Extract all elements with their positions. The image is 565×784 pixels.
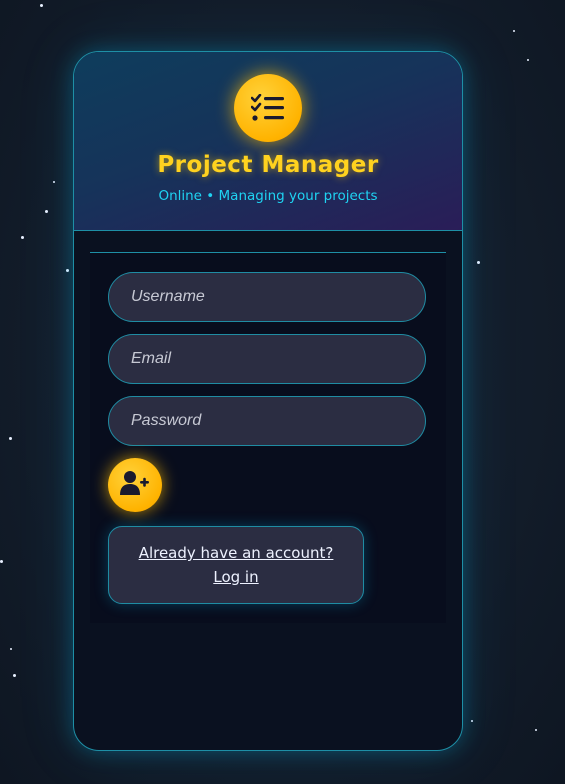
password-input[interactable]: Password: [108, 396, 426, 446]
signup-form: Username Email Password Already have an …: [90, 252, 446, 623]
star: [9, 437, 12, 440]
star: [10, 648, 12, 650]
app-title: Project Manager: [157, 152, 379, 178]
register-button[interactable]: [108, 458, 162, 512]
login-link-action[interactable]: Log in: [213, 565, 258, 589]
checklist-icon: [234, 74, 302, 142]
star: [45, 210, 48, 213]
login-link[interactable]: Already have an account? Log in: [108, 526, 364, 604]
card-header: Project Manager Online • Managing your p…: [74, 52, 462, 231]
user-plus-icon: [120, 470, 150, 500]
star: [53, 181, 55, 183]
app-subtitle: Online • Managing your projects: [158, 188, 378, 204]
star: [0, 560, 3, 563]
star: [66, 269, 69, 272]
login-link-question: Already have an account?: [138, 544, 334, 562]
signup-card: Project Manager Online • Managing your p…: [73, 51, 463, 751]
email-input[interactable]: Email: [108, 334, 426, 384]
star: [513, 30, 515, 32]
star: [527, 59, 529, 61]
star: [471, 720, 473, 722]
star: [13, 674, 16, 677]
star: [40, 4, 43, 7]
star: [477, 261, 480, 264]
username-input[interactable]: Username: [108, 272, 426, 322]
star: [535, 729, 537, 731]
star: [21, 236, 24, 239]
